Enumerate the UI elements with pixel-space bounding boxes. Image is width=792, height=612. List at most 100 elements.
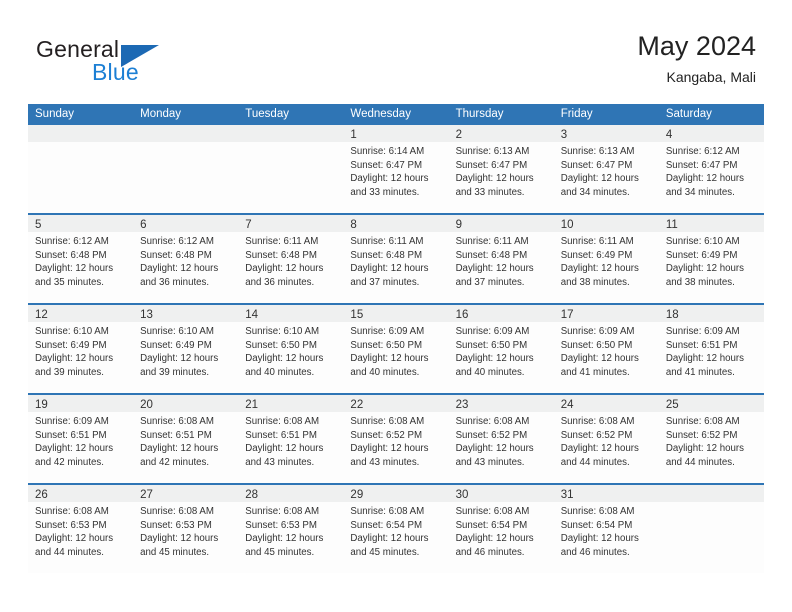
day-cell[interactable]: 24 Sunrise: 6:08 AM Sunset: 6:52 PM Dayl… <box>553 395 659 483</box>
day-cell[interactable]: 16 Sunrise: 6:09 AM Sunset: 6:50 PM Dayl… <box>448 305 554 393</box>
day-number-band: 12 <box>28 305 134 322</box>
day-cell[interactable]: 13 Sunrise: 6:10 AM Sunset: 6:49 PM Dayl… <box>133 305 239 393</box>
daylight-text-line1: Daylight: 12 hours <box>35 443 114 455</box>
sunset-text: Sunset: 6:52 PM <box>560 429 633 441</box>
day-number-band: 11 <box>658 215 764 232</box>
daylight-text-line2: and 38 minutes. <box>665 276 735 288</box>
day-info: Sunrise: 6:09 AM Sunset: 6:50 PM Dayligh… <box>449 322 554 379</box>
daylight-text-line2: and 43 minutes. <box>350 456 420 468</box>
day-number-band: 14 <box>238 305 344 322</box>
day-number: 5 <box>35 219 42 231</box>
day-cell[interactable]: 15 Sunrise: 6:09 AM Sunset: 6:50 PM Dayl… <box>343 305 449 393</box>
day-cell[interactable]: 9 Sunrise: 6:11 AM Sunset: 6:48 PM Dayli… <box>448 215 554 303</box>
day-cell[interactable] <box>133 125 239 213</box>
day-number: 16 <box>455 309 469 321</box>
daylight-text-line2: and 46 minutes. <box>560 546 630 558</box>
daylight-text-line1: Daylight: 12 hours <box>665 263 744 275</box>
sunset-text: Sunset: 6:53 PM <box>140 519 212 531</box>
weekday-header-row: Sunday Monday Tuesday Wednesday Thursday… <box>28 104 764 125</box>
sunrise-text: Sunrise: 6:11 AM <box>350 236 424 247</box>
day-number: 1 <box>350 129 357 141</box>
day-number-band <box>133 125 239 142</box>
day-cell[interactable]: 17 Sunrise: 6:09 AM Sunset: 6:50 PM Dayl… <box>553 305 659 393</box>
day-cell[interactable] <box>238 125 344 213</box>
daylight-text-line2: and 43 minutes. <box>245 456 315 468</box>
day-info: Sunrise: 6:08 AM Sunset: 6:52 PM Dayligh… <box>659 412 764 469</box>
day-cell[interactable]: 14 Sunrise: 6:10 AM Sunset: 6:50 PM Dayl… <box>238 305 344 393</box>
day-number-band: 18 <box>658 305 764 322</box>
day-number: 4 <box>665 129 673 141</box>
day-number: 17 <box>560 309 574 321</box>
sunset-text: Sunset: 6:52 PM <box>350 429 423 441</box>
day-info: Sunrise: 6:09 AM Sunset: 6:50 PM Dayligh… <box>343 322 448 379</box>
day-cell[interactable]: 28 Sunrise: 6:08 AM Sunset: 6:53 PM Dayl… <box>238 485 344 573</box>
day-cell[interactable]: 27 Sunrise: 6:08 AM Sunset: 6:53 PM Dayl… <box>133 485 239 573</box>
sunset-text: Sunset: 6:54 PM <box>560 519 633 531</box>
day-number-band <box>238 125 344 142</box>
day-number: 20 <box>140 399 153 411</box>
day-cell[interactable]: 31 Sunrise: 6:08 AM Sunset: 6:54 PM Dayl… <box>553 485 659 573</box>
day-cell[interactable]: 23 Sunrise: 6:08 AM Sunset: 6:52 PM Dayl… <box>448 395 554 483</box>
daylight-text-line2: and 40 minutes. <box>350 366 420 378</box>
day-cell[interactable]: 22 Sunrise: 6:08 AM Sunset: 6:52 PM Dayl… <box>343 395 449 483</box>
week-row: 19 Sunrise: 6:09 AM Sunset: 6:51 PM Dayl… <box>28 393 764 483</box>
day-cell[interactable]: 1 Sunrise: 6:14 AM Sunset: 6:47 PM Dayli… <box>343 125 449 213</box>
day-cell[interactable]: 25 Sunrise: 6:08 AM Sunset: 6:52 PM Dayl… <box>658 395 764 483</box>
day-cell[interactable]: 3 Sunrise: 6:13 AM Sunset: 6:47 PM Dayli… <box>553 125 659 213</box>
day-number: 26 <box>35 489 48 501</box>
daylight-text-line2: and 42 minutes. <box>35 456 104 468</box>
daylight-text-line1: Daylight: 12 hours <box>35 533 114 545</box>
day-cell[interactable]: 6 Sunrise: 6:12 AM Sunset: 6:48 PM Dayli… <box>133 215 239 303</box>
day-cell[interactable]: 11 Sunrise: 6:10 AM Sunset: 6:49 PM Dayl… <box>658 215 764 303</box>
logo-text-blue: Blue <box>92 59 139 85</box>
day-info: Sunrise: 6:08 AM Sunset: 6:54 PM Dayligh… <box>554 502 659 559</box>
sunrise-text: Sunrise: 6:08 AM <box>560 506 635 517</box>
sunrise-text: Sunrise: 6:14 AM <box>350 146 425 157</box>
sunrise-text: Sunrise: 6:09 AM <box>560 326 635 337</box>
daylight-text-line1: Daylight: 12 hours <box>350 443 429 455</box>
daylight-text-line2: and 34 minutes. <box>560 186 630 198</box>
sunrise-text: Sunrise: 6:10 AM <box>665 236 740 247</box>
sunset-text: Sunset: 6:50 PM <box>350 339 423 351</box>
daylight-text-line2: and 41 minutes. <box>665 366 735 378</box>
day-cell[interactable]: 20 Sunrise: 6:08 AM Sunset: 6:51 PM Dayl… <box>133 395 239 483</box>
day-info: Sunrise: 6:11 AM Sunset: 6:48 PM Dayligh… <box>343 232 448 289</box>
day-number: 3 <box>560 129 568 141</box>
day-cell[interactable]: 4 Sunrise: 6:12 AM Sunset: 6:47 PM Dayli… <box>658 125 764 213</box>
day-info: Sunrise: 6:08 AM Sunset: 6:54 PM Dayligh… <box>449 502 554 559</box>
day-cell[interactable]: 21 Sunrise: 6:08 AM Sunset: 6:51 PM Dayl… <box>238 395 344 483</box>
daylight-text-line2: and 37 minutes. <box>350 276 420 288</box>
daylight-text-line1: Daylight: 12 hours <box>560 443 639 455</box>
day-cell[interactable]: 8 Sunrise: 6:11 AM Sunset: 6:48 PM Dayli… <box>343 215 449 303</box>
day-info: Sunrise: 6:11 AM Sunset: 6:48 PM Dayligh… <box>238 232 343 289</box>
day-info: Sunrise: 6:08 AM Sunset: 6:51 PM Dayligh… <box>133 412 238 469</box>
day-cell[interactable]: 12 Sunrise: 6:10 AM Sunset: 6:49 PM Dayl… <box>28 305 134 393</box>
day-cell[interactable]: 18 Sunrise: 6:09 AM Sunset: 6:51 PM Dayl… <box>658 305 764 393</box>
day-cell[interactable]: 29 Sunrise: 6:08 AM Sunset: 6:54 PM Dayl… <box>343 485 449 573</box>
day-number-band: 22 <box>343 395 449 412</box>
sunrise-text: Sunrise: 6:11 AM <box>560 236 634 247</box>
day-number: 12 <box>35 309 48 321</box>
day-cell[interactable]: 26 Sunrise: 6:08 AM Sunset: 6:53 PM Dayl… <box>28 485 134 573</box>
day-number-band: 2 <box>448 125 554 142</box>
day-info: Sunrise: 6:08 AM Sunset: 6:54 PM Dayligh… <box>343 502 448 559</box>
day-cell[interactable] <box>28 125 134 213</box>
day-cell[interactable] <box>658 485 764 573</box>
day-cell[interactable]: 30 Sunrise: 6:08 AM Sunset: 6:54 PM Dayl… <box>448 485 554 573</box>
daylight-text-line1: Daylight: 12 hours <box>245 263 324 275</box>
day-number-band: 29 <box>343 485 449 502</box>
day-cell[interactable]: 2 Sunrise: 6:13 AM Sunset: 6:47 PM Dayli… <box>448 125 554 213</box>
day-cell[interactable]: 7 Sunrise: 6:11 AM Sunset: 6:48 PM Dayli… <box>238 215 344 303</box>
day-cell[interactable]: 10 Sunrise: 6:11 AM Sunset: 6:49 PM Dayl… <box>553 215 659 303</box>
sunrise-text: Sunrise: 6:08 AM <box>455 416 530 427</box>
sunset-text: Sunset: 6:48 PM <box>140 249 212 261</box>
day-cell[interactable]: 5 Sunrise: 6:12 AM Sunset: 6:48 PM Dayli… <box>28 215 134 303</box>
sunrise-text: Sunrise: 6:13 AM <box>455 146 530 157</box>
sunrise-text: Sunrise: 6:08 AM <box>140 506 214 517</box>
weekday-header-sunday: Sunday <box>35 108 75 120</box>
day-cell[interactable]: 19 Sunrise: 6:09 AM Sunset: 6:51 PM Dayl… <box>28 395 134 483</box>
day-info: Sunrise: 6:08 AM Sunset: 6:53 PM Dayligh… <box>133 502 238 559</box>
daylight-text-line2: and 36 minutes. <box>140 276 210 288</box>
daylight-text-line1: Daylight: 12 hours <box>665 173 744 185</box>
sunset-text: Sunset: 6:47 PM <box>455 159 528 171</box>
